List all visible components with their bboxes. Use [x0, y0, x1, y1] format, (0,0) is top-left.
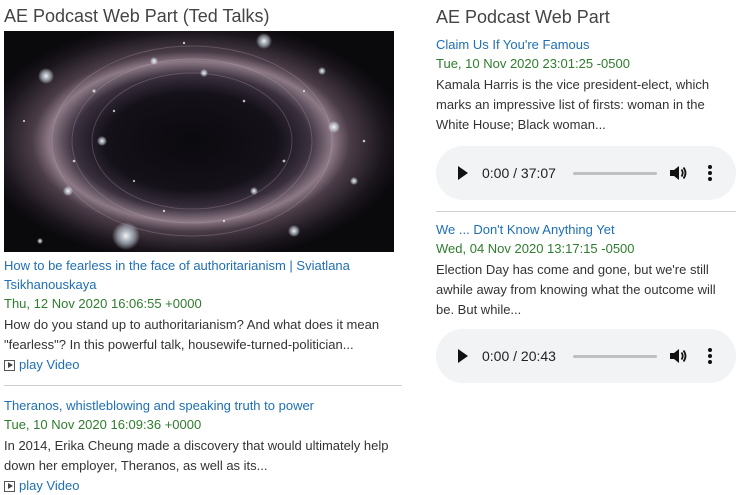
item-description: How do you stand up to authoritarianism?… [4, 317, 380, 352]
podcast-webpart: AE Podcast Web Part Claim Us If You're F… [436, 0, 736, 383]
audio-player: 0:00 / 20:43 [436, 329, 736, 383]
item-date: Tue, 10 Nov 2020 23:01:25 -0500 [436, 56, 630, 71]
audio-time: 0:00 / 20:43 [482, 348, 556, 364]
webpart-title: AE Podcast Web Part [436, 7, 610, 27]
video-title-link[interactable]: How to be fearless in the face of author… [4, 256, 402, 294]
play-icon[interactable] [458, 349, 468, 363]
item-date: Wed, 04 Nov 2020 13:17:15 -0500 [436, 241, 635, 256]
webpart-title: AE Podcast Web Part (Ted Talks) [4, 6, 270, 26]
play-video-label: play Video [19, 478, 80, 493]
video-thumbnail[interactable] [4, 31, 394, 252]
play-video-label: play Video [19, 357, 80, 372]
video-title-link[interactable]: Theranos, whistleblowing and speaking tr… [4, 396, 402, 415]
item-date: Thu, 12 Nov 2020 16:06:55 +0000 [4, 296, 202, 311]
seek-slider[interactable] [573, 355, 657, 358]
item-description: In 2014, Erika Cheung made a discovery t… [4, 438, 389, 473]
volume-icon[interactable] [668, 346, 688, 366]
podcast-title-link[interactable]: We ... Don't Know Anything Yet [436, 220, 736, 239]
ted-talks-webpart: AE Podcast Web Part (Ted Talks) How to b… [4, 0, 402, 495]
podcast-title-link[interactable]: Claim Us If You're Famous [436, 35, 736, 54]
divider [4, 385, 402, 386]
play-video-link[interactable]: play Video [4, 356, 402, 374]
video-thumbnail-image [4, 31, 394, 252]
more-options-icon[interactable] [708, 165, 712, 183]
divider [436, 211, 736, 212]
play-icon[interactable] [458, 166, 468, 180]
play-video-link[interactable]: play Video [4, 477, 402, 495]
item-description: Election Day has come and gone, but we'r… [436, 262, 716, 317]
play-icon [4, 480, 15, 492]
item-description: Kamala Harris is the vice president-elec… [436, 77, 710, 132]
audio-player: 0:00 / 37:07 [436, 146, 736, 200]
play-icon [4, 359, 15, 371]
more-options-icon[interactable] [708, 348, 712, 366]
item-date: Tue, 10 Nov 2020 16:09:36 +0000 [4, 417, 202, 432]
seek-slider[interactable] [573, 172, 657, 175]
volume-icon[interactable] [668, 163, 688, 183]
audio-time: 0:00 / 37:07 [482, 165, 556, 181]
